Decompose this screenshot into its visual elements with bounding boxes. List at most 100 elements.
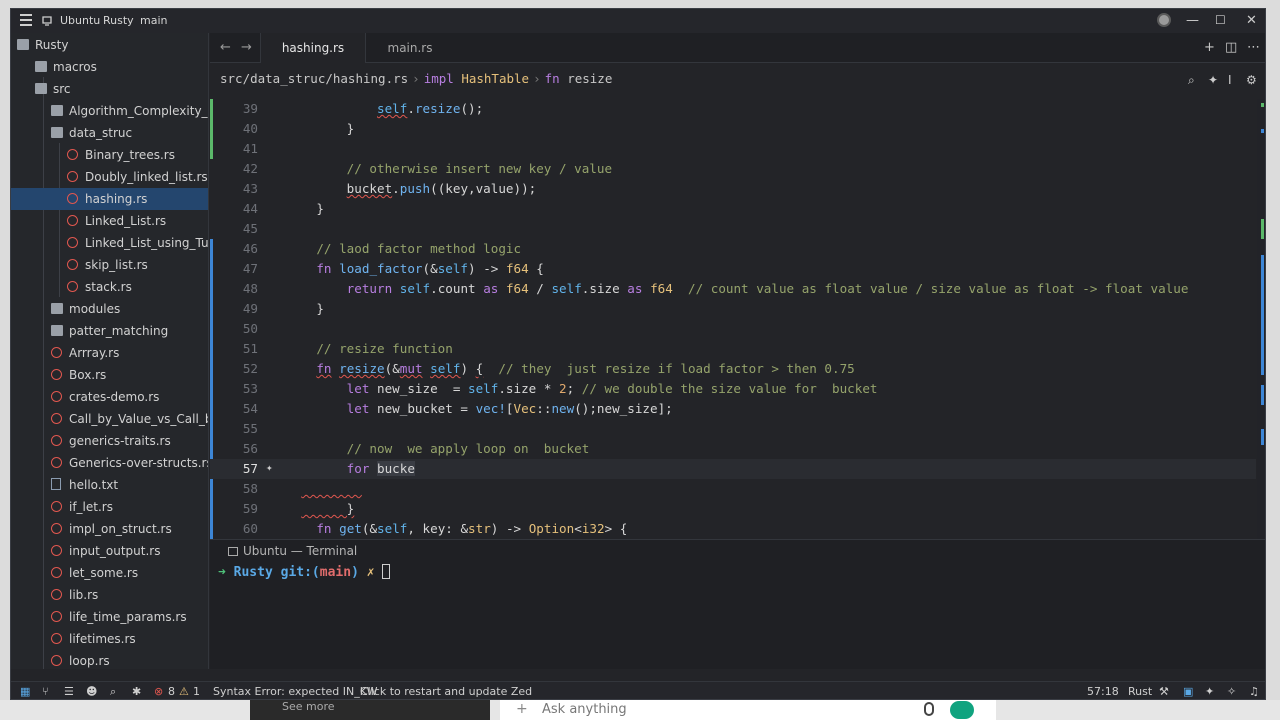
- breadcrumb-fn-name[interactable]: resize: [567, 71, 612, 86]
- sidebar-item[interactable]: generics-traits.rs: [11, 430, 208, 452]
- breadcrumb-path[interactable]: src/data_struc/hashing.rs: [220, 71, 408, 86]
- terminal-prompt[interactable]: ➜ Rusty git:(main) ✗: [218, 564, 391, 580]
- desktop-see-more[interactable]: See more: [250, 700, 490, 720]
- sidebar-item-label: let_some.rs: [69, 566, 139, 580]
- diagnostic-message[interactable]: Syntax Error: expected IN_KW: [213, 685, 377, 698]
- cursor-position[interactable]: 57:18: [1087, 685, 1119, 698]
- sidebar-item[interactable]: lib.rs: [11, 584, 208, 606]
- error-count[interactable]: 8: [168, 685, 175, 698]
- sidebar-item-label: impl_on_struct.rs: [69, 522, 172, 536]
- remote-host-icon: [42, 16, 52, 26]
- terminal-tab[interactable]: Ubuntu — Terminal: [228, 544, 357, 558]
- text-cursor-icon[interactable]: I: [1228, 73, 1232, 87]
- collab-icon[interactable]: ☻: [86, 685, 97, 698]
- sidebar-item[interactable]: Doubly_linked_list.rs: [11, 166, 208, 188]
- sidebar-item[interactable]: crates-demo.rs: [11, 386, 208, 408]
- sidebar-item[interactable]: Arrray.rs: [11, 342, 208, 364]
- folder-icon: [51, 325, 63, 336]
- terminal-icon: [228, 547, 238, 556]
- code-line: 54 let new_bucket = vec![Vec::new();new_…: [242, 401, 673, 416]
- project-panel: Rusty macros src Algorithm_Complexity_Solda…: [11, 33, 209, 669]
- warning-icon[interactable]: ⚠: [179, 685, 189, 698]
- sidebar-item[interactable]: macros: [11, 56, 208, 78]
- maximize-icon[interactable]: ☐: [1215, 13, 1226, 27]
- sidebar-item[interactable]: if_let.rs: [11, 496, 208, 518]
- settings-sliders-icon[interactable]: ⚙: [1246, 73, 1257, 87]
- sidebar-item-label: Box.rs: [69, 368, 107, 382]
- sidebar-item[interactable]: Box.rs: [11, 364, 208, 386]
- sidebar-item[interactable]: Generics-over-structs.rs: [11, 452, 208, 474]
- assistant-icon[interactable]: ✦: [1205, 685, 1214, 698]
- rust-file-icon: [51, 611, 62, 622]
- terminal-toggle-icon[interactable]: ▣: [1183, 685, 1193, 698]
- sidebar-item[interactable]: Linked_List_using_Tup: [11, 232, 208, 254]
- project-panel-icon[interactable]: ▦: [20, 685, 30, 698]
- git-panel-icon[interactable]: ⑂: [42, 685, 49, 698]
- tab-main[interactable]: main.rs: [366, 33, 454, 63]
- voice-mode-icon[interactable]: [950, 701, 974, 719]
- debug-icon[interactable]: ✱: [132, 685, 141, 698]
- code-area[interactable]: 39 self.resize(); 40 } 41 42 // otherwis…: [210, 99, 1256, 539]
- breadcrumb[interactable]: src/data_struc/hashing.rs › impl HashTable…: [220, 71, 612, 86]
- assistant-icon[interactable]: ✦: [1208, 73, 1218, 87]
- tools-icon[interactable]: ⚒: [1159, 685, 1169, 698]
- sidebar-item[interactable]: stack.rs: [11, 276, 208, 298]
- rust-file-icon: [51, 545, 62, 556]
- code-line: 43 bucket.push((key,value));: [242, 181, 537, 196]
- warning-count[interactable]: 1: [193, 685, 200, 698]
- sidebar-item[interactable]: life_time_params.rs: [11, 606, 208, 628]
- branch-name[interactable]: main: [140, 14, 167, 27]
- folder-icon: [35, 83, 47, 94]
- sidebar-item[interactable]: skip_list.rs: [11, 254, 208, 276]
- rust-file-icon: [67, 215, 78, 226]
- update-message[interactable]: Click to restart and update Zed: [360, 685, 532, 698]
- project-name[interactable]: Rusty: [103, 14, 134, 27]
- rust-file-icon: [51, 523, 62, 534]
- forward-arrow-icon[interactable]: →: [241, 40, 252, 55]
- plus-icon[interactable]: +: [516, 701, 528, 717]
- search-icon[interactable]: ⌕: [1188, 73, 1195, 88]
- sidebar-item[interactable]: hello.txt: [11, 474, 208, 496]
- more-options-icon[interactable]: ⋯: [1247, 40, 1260, 55]
- rust-file-icon: [67, 237, 78, 248]
- new-tab-icon[interactable]: +: [1204, 40, 1215, 55]
- sidebar-item[interactable]: Linked_List.rs: [11, 210, 208, 232]
- sidebar-item[interactable]: Call_by_Value_vs_Call_by: [11, 408, 208, 430]
- microphone-icon[interactable]: [924, 702, 934, 716]
- breadcrumb-impl-type[interactable]: HashTable: [461, 71, 529, 86]
- sidebar-item-label: data_struc: [69, 126, 133, 140]
- sidebar-item[interactable]: lifetimes.rs: [11, 628, 208, 650]
- language-selector[interactable]: Rust: [1128, 685, 1152, 698]
- sidebar-item[interactable]: modules: [11, 298, 208, 320]
- sidebar-item[interactable]: let_some.rs: [11, 562, 208, 584]
- sidebar-item[interactable]: loop.rs: [11, 650, 208, 669]
- sidebar-item[interactable]: impl_on_struct.rs: [11, 518, 208, 540]
- sidebar-item[interactable]: Rusty: [11, 34, 208, 56]
- host-name[interactable]: Ubuntu: [60, 14, 100, 27]
- sidebar-item[interactable]: data_struc: [11, 122, 208, 144]
- tab-hashing[interactable]: hashing.rs: [260, 33, 366, 63]
- close-icon[interactable]: ✕: [1246, 13, 1257, 28]
- search-icon[interactable]: ⌕: [110, 685, 116, 699]
- sidebar-item[interactable]: Binary_trees.rs: [11, 144, 208, 166]
- editor-scrollbar[interactable]: [1257, 99, 1265, 539]
- split-pane-icon[interactable]: ◫: [1225, 40, 1237, 55]
- terminal-panel[interactable]: Ubuntu — Terminal ➜ Rusty git:(main) ✗: [210, 539, 1265, 669]
- back-arrow-icon[interactable]: ←: [220, 40, 231, 55]
- error-icon[interactable]: ⊗: [154, 685, 163, 698]
- terminal-cursor: [382, 564, 391, 579]
- code-action-icon[interactable]: ✦: [266, 461, 273, 474]
- hamburger-icon[interactable]: [20, 14, 32, 26]
- sidebar-item[interactable]: Algorithm_Complexity_Sol: [11, 100, 208, 122]
- sidebar-item-label: Doubly_linked_list.rs: [85, 170, 208, 184]
- outline-icon[interactable]: ☰: [64, 685, 74, 698]
- minimize-icon[interactable]: —: [1186, 13, 1199, 28]
- desktop-ask-bar[interactable]: + Ask anything: [500, 700, 996, 720]
- assistant-panel-icon[interactable]: ✧: [1227, 685, 1236, 698]
- notification-bell-icon[interactable]: ♫: [1249, 685, 1259, 698]
- sidebar-item[interactable]: input_output.rs: [11, 540, 208, 562]
- sidebar-item[interactable]: hashing.rs: [11, 188, 208, 210]
- avatar[interactable]: [1157, 13, 1171, 27]
- sidebar-item[interactable]: src: [11, 78, 208, 100]
- sidebar-item[interactable]: patter_matching: [11, 320, 208, 342]
